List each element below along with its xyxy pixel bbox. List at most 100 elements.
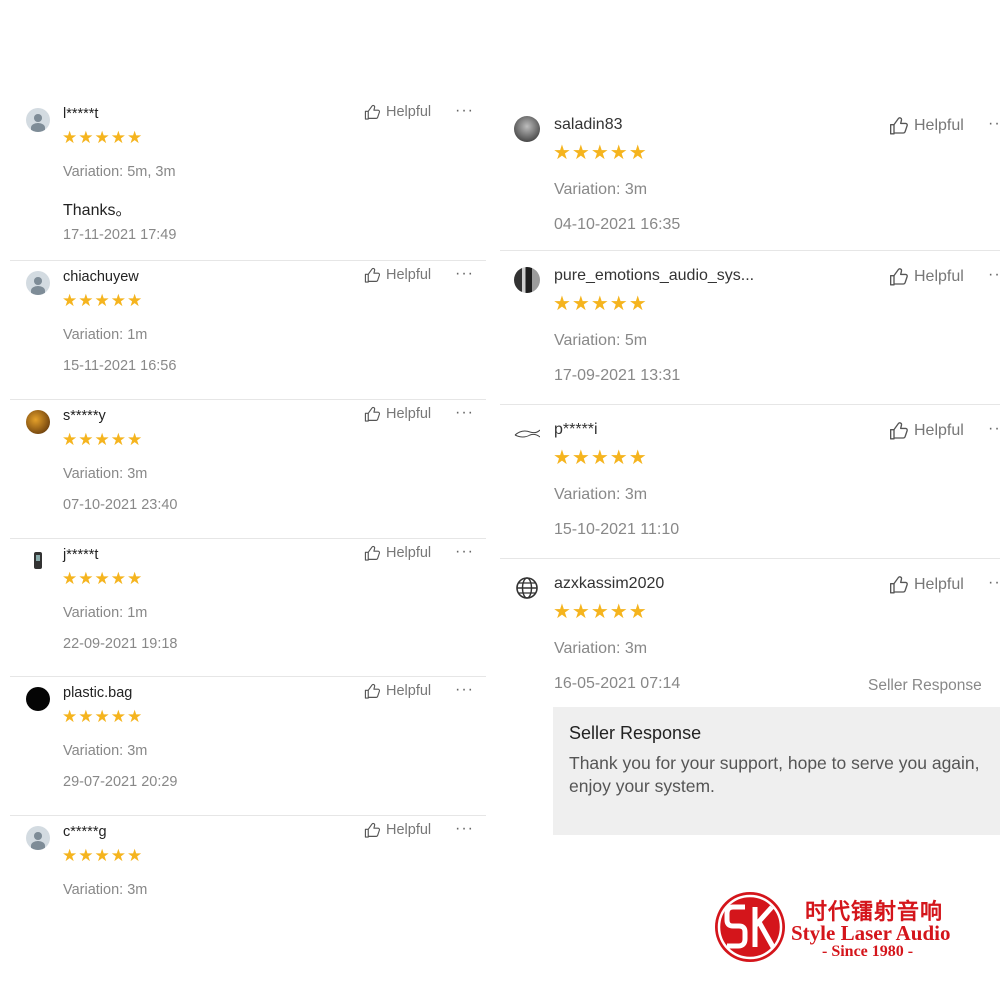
seller-response-box: Seller Response Thank you for your suppo…: [553, 707, 1000, 835]
helpful-button[interactable]: Helpful: [889, 267, 964, 286]
rating-stars: ★★★★★: [62, 707, 144, 726]
review-item: chiachuyew Helpful ··· ★★★★★ Variation: …: [10, 261, 486, 400]
rating-stars: ★★★★★: [62, 128, 144, 147]
more-dots-icon[interactable]: ···: [988, 266, 1000, 284]
globe-icon[interactable]: [514, 575, 540, 601]
variation-text: Variation: 5m: [554, 332, 648, 349]
default-user-avatar[interactable]: [26, 826, 50, 850]
review-date: 17-09-2021 13:31: [554, 367, 681, 384]
review-item: pure_emotions_audio_sys... Helpful ··· ★…: [500, 251, 1000, 405]
more-dots-icon[interactable]: ···: [988, 420, 1000, 438]
reviewer-name[interactable]: j*****t: [63, 547, 98, 563]
thumbs-up-icon: [890, 422, 908, 440]
variation-text: Variation: 3m: [554, 640, 648, 657]
helpful-button[interactable]: Helpful: [364, 683, 431, 699]
reviewer-name[interactable]: l*****t: [63, 106, 98, 122]
default-user-avatar[interactable]: [26, 108, 50, 132]
reviewer-name[interactable]: p*****i: [554, 421, 598, 439]
more-dots-icon[interactable]: ···: [455, 404, 474, 422]
default-user-avatar[interactable]: [26, 271, 50, 295]
helpful-button[interactable]: Helpful: [364, 545, 431, 561]
review-date: 29-07-2021 20:29: [63, 774, 178, 790]
device-avatar[interactable]: [26, 549, 50, 573]
sketch-avatar[interactable]: [514, 421, 540, 447]
review-item: saladin83 Helpful ··· ★★★★★ Variation: 3…: [500, 100, 1000, 251]
seller-response-title: Seller Response: [569, 723, 702, 743]
black-avatar[interactable]: [26, 687, 50, 711]
reviewer-name[interactable]: chiachuyew: [63, 269, 139, 285]
seller-response-link[interactable]: Seller Response: [868, 677, 982, 695]
reviewer-name[interactable]: pure_emotions_audio_sys...: [554, 267, 754, 285]
helpful-label: Helpful: [386, 822, 432, 838]
reviewer-name[interactable]: c*****g: [63, 824, 107, 840]
photo-avatar[interactable]: [514, 267, 540, 293]
helpful-button[interactable]: Helpful: [889, 575, 964, 594]
helpful-label: Helpful: [914, 575, 964, 593]
helpful-button[interactable]: Helpful: [364, 104, 431, 120]
reviewer-name[interactable]: saladin83: [554, 116, 623, 134]
review-date: 22-09-2021 19:18: [63, 636, 178, 652]
rating-stars: ★★★★★: [553, 293, 648, 315]
thumbs-up-icon: [890, 268, 908, 286]
thumbs-up-icon: [364, 822, 381, 838]
photo-avatar[interactable]: [514, 116, 540, 142]
rating-stars: ★★★★★: [62, 846, 144, 865]
reviewer-name[interactable]: s*****y: [63, 408, 106, 424]
review-item: azxkassim2020 Helpful ··· ★★★★★ Variatio…: [500, 559, 1000, 859]
review-date: 17-11-2021 17:49: [63, 227, 177, 243]
review-item: c*****g Helpful ··· ★★★★★ Variation: 3m: [10, 816, 486, 910]
thumbs-up-icon: [890, 576, 908, 594]
seller-response-text: Thank you for your support, hope to serv…: [569, 753, 980, 796]
helpful-button[interactable]: Helpful: [889, 116, 964, 135]
review-comment: Thanks。: [63, 202, 132, 219]
reviewer-name[interactable]: plastic.bag: [63, 685, 132, 701]
thumbs-up-icon: [364, 267, 381, 283]
helpful-label: Helpful: [914, 421, 964, 439]
logo-since-text: - Since 1980 -: [822, 943, 914, 960]
variation-text: Variation: 3m: [63, 882, 148, 898]
review-item: s*****y Helpful ··· ★★★★★ Variation: 3m …: [10, 400, 486, 539]
thumbs-up-icon: [890, 117, 908, 135]
helpful-label: Helpful: [914, 116, 964, 134]
helpful-button[interactable]: Helpful: [364, 267, 431, 283]
helpful-button[interactable]: Helpful: [364, 406, 431, 422]
more-dots-icon[interactable]: ···: [455, 265, 474, 283]
variation-text: Variation: 1m: [63, 605, 148, 621]
more-dots-icon[interactable]: ···: [455, 102, 474, 120]
helpful-label: Helpful: [386, 406, 432, 422]
helpful-button[interactable]: Helpful: [364, 822, 431, 838]
helpful-label: Helpful: [386, 104, 432, 120]
review-date: 07-10-2021 23:40: [63, 497, 178, 513]
helpful-label: Helpful: [914, 267, 964, 285]
thumbs-up-icon: [364, 406, 381, 422]
review-date: 16-05-2021 07:14: [554, 675, 681, 692]
thumbs-up-icon: [364, 104, 381, 120]
more-dots-icon[interactable]: ···: [455, 543, 474, 561]
review-date: 15-11-2021 16:56: [63, 358, 177, 374]
helpful-label: Helpful: [386, 545, 432, 561]
rating-stars: ★★★★★: [62, 569, 144, 588]
helpful-label: Helpful: [386, 267, 432, 283]
variation-text: Variation: 3m: [554, 181, 648, 198]
variation-text: Variation: 3m: [554, 486, 648, 503]
review-item: plastic.bag Helpful ··· ★★★★★ Variation:…: [10, 677, 486, 816]
more-dots-icon[interactable]: ···: [988, 115, 1000, 133]
rating-stars: ★★★★★: [553, 447, 648, 469]
brand-logo: 时代镭射音响 Style Laser Audio - Since 1980 -: [715, 890, 985, 965]
review-date: 15-10-2021 11:10: [554, 521, 680, 538]
photo-avatar[interactable]: [26, 410, 50, 434]
rating-stars: ★★★★★: [62, 430, 144, 449]
helpful-label: Helpful: [386, 683, 432, 699]
helpful-button[interactable]: Helpful: [889, 421, 964, 440]
thumbs-up-icon: [364, 683, 381, 699]
rating-stars: ★★★★★: [553, 142, 648, 164]
more-dots-icon[interactable]: ···: [455, 820, 474, 838]
variation-text: Variation: 5m, 3m: [63, 164, 176, 180]
variation-text: Variation: 3m: [63, 466, 148, 482]
rating-stars: ★★★★★: [553, 601, 648, 623]
more-dots-icon[interactable]: ···: [988, 574, 1000, 592]
reviewer-name[interactable]: azxkassim2020: [554, 575, 664, 593]
more-dots-icon[interactable]: ···: [455, 681, 474, 699]
thumbs-up-icon: [364, 545, 381, 561]
review-date: 04-10-2021 16:35: [554, 216, 681, 233]
